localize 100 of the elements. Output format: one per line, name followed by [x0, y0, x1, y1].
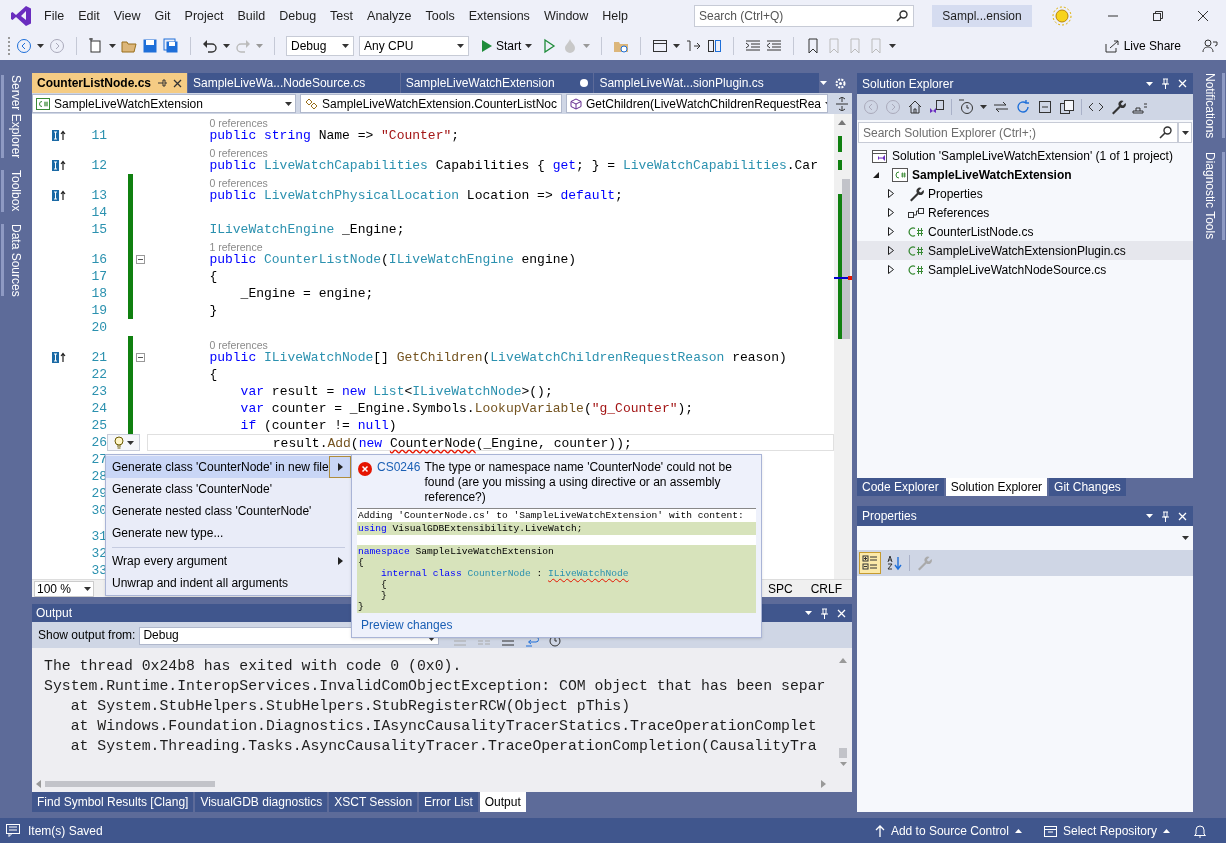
show-all-files-icon[interactable] [1059, 99, 1075, 115]
collapse-icon[interactable] [135, 353, 145, 362]
tree-item[interactable]: CounterListNode.cs [857, 222, 1193, 241]
panel-tab[interactable]: Error List [419, 792, 478, 812]
configuration-dropdown[interactable]: Debug [286, 36, 354, 56]
back-icon[interactable] [16, 38, 32, 54]
pin-icon[interactable] [157, 78, 167, 88]
collapsed-arrow-icon[interactable] [888, 208, 894, 217]
bell-icon[interactable] [1194, 823, 1206, 838]
clock-icon[interactable] [549, 635, 562, 647]
implements-icon[interactable] [52, 190, 66, 201]
scrollbar-thumb[interactable] [842, 179, 850, 339]
gear-icon[interactable] [835, 77, 846, 89]
menu-item[interactable]: Project [177, 3, 231, 29]
outdent-icon[interactable] [766, 38, 783, 54]
collapse-icon[interactable] [135, 255, 145, 264]
platform-dropdown[interactable]: Any CPU [359, 36, 469, 56]
expanded-arrow-icon[interactable] [872, 170, 880, 179]
start-button[interactable]: Start [478, 36, 537, 56]
panel-tab[interactable]: Output [479, 792, 526, 812]
feedback-icon[interactable] [1202, 38, 1218, 54]
menu-item[interactable]: Wrap every argument [106, 550, 351, 572]
menu-item[interactable]: Window [536, 3, 596, 29]
implements-icon[interactable] [52, 352, 66, 363]
scrollbar-thumb[interactable] [839, 748, 847, 758]
refresh-icon[interactable] [1015, 99, 1031, 115]
undo-icon[interactable] [202, 38, 218, 54]
menu-item[interactable]: Unwrap and indent all arguments [106, 572, 351, 594]
menu-item[interactable]: Generate nested class 'CounterNode' [106, 500, 351, 522]
side-tab[interactable]: Notifications [1199, 73, 1225, 139]
zoom-dropdown[interactable]: 100 % [34, 580, 94, 597]
indent-icon[interactable] [745, 38, 762, 54]
navigation-dropdown[interactable]: SampleLiveWatchExtension [32, 94, 296, 113]
switch-views-icon[interactable] [929, 99, 945, 115]
side-tab[interactable]: Data Sources [1, 223, 27, 297]
side-tab[interactable]: Server Explorer [1, 75, 27, 159]
whitespace-indicator[interactable]: SPC [767, 579, 793, 598]
step-icon[interactable] [685, 38, 702, 54]
menu-item[interactable]: Generate new type... [106, 522, 351, 544]
line-ending-indicator[interactable]: CRLF [810, 579, 842, 598]
tree-item[interactable]: SampleLiveWatchNodeSource.cs [857, 260, 1193, 279]
tree-item[interactable]: References [857, 203, 1193, 222]
menu-item[interactable]: Help [595, 3, 636, 29]
menu-item[interactable]: Build [230, 3, 273, 29]
panel-tab[interactable]: Find Symbol Results [Clang] [32, 792, 194, 812]
message-icon[interactable] [6, 824, 20, 837]
implements-icon[interactable] [52, 130, 66, 141]
code-lens[interactable]: 0 references [209, 339, 268, 351]
up-arrow-icon[interactable] [838, 120, 846, 125]
scrollbar-thumb[interactable] [45, 781, 215, 787]
submenu-arrow-icon[interactable] [337, 463, 343, 471]
side-tab[interactable]: Toolbox [1, 170, 27, 212]
editor-tab[interactable]: SampleLiveWat...sionPlugin.cs [594, 73, 819, 93]
submenu-arrow-icon[interactable] [337, 557, 343, 565]
menu-item[interactable]: Generate class 'CounterNode' in new file [106, 456, 351, 478]
live-share-button[interactable]: Live Share [1104, 37, 1181, 55]
tree-item[interactable]: Properties [857, 184, 1193, 203]
close-icon[interactable] [173, 78, 182, 88]
panel-tab[interactable]: Code Explorer [857, 478, 944, 496]
home-icon[interactable] [907, 99, 923, 115]
lightbulb-button[interactable] [107, 434, 140, 451]
solution-name-badge[interactable]: Sampl...ension [932, 5, 1032, 27]
search-field[interactable]: Search (Ctrl+Q) [694, 5, 914, 27]
alphabetical-icon[interactable] [887, 555, 903, 571]
tree-item[interactable]: Solution 'SampleLiveWatchExtension' (1 of 1 project) [857, 146, 1193, 165]
menu-item[interactable]: Tools [418, 3, 462, 29]
implements-icon[interactable] [52, 160, 66, 171]
save-icon[interactable] [142, 38, 158, 54]
wrench-icon[interactable] [1110, 99, 1126, 115]
error-code-link[interactable]: CS0246 [377, 460, 421, 505]
collapsed-arrow-icon[interactable] [888, 246, 894, 255]
navigation-dropdown[interactable]: GetChildren(LiveWatchChildrenRequestRea [566, 94, 828, 113]
pending-changes-icon[interactable] [958, 99, 974, 115]
word-wrap-icon[interactable] [525, 635, 540, 647]
code-lens[interactable]: 0 references [209, 117, 268, 129]
split-icon[interactable] [836, 96, 848, 111]
tree-item[interactable]: SampleLiveWatchExtension [857, 165, 1193, 184]
source-control-button[interactable]: Add to Source Control [874, 821, 1022, 840]
menu-item[interactable]: View [106, 3, 148, 29]
collapsed-arrow-icon[interactable] [888, 265, 894, 274]
panel-tab[interactable]: Git Changes [1049, 478, 1126, 496]
search-field[interactable]: Search Solution Explorer (Ctrl+;) [858, 122, 1178, 143]
panel-tab[interactable]: XSCT Session [329, 792, 418, 812]
editor-tab[interactable]: CounterListNode.cs [32, 73, 187, 93]
panel-tab[interactable]: VisualGDB diagnostics [195, 792, 328, 812]
menu-item[interactable]: File [37, 3, 72, 29]
open-folder-icon[interactable] [121, 38, 137, 54]
menu-item[interactable]: Test [323, 3, 361, 29]
save-all-icon[interactable] [163, 38, 179, 54]
menu-item[interactable]: Extensions [461, 3, 537, 29]
sync-icon[interactable] [993, 99, 1009, 115]
collapsed-arrow-icon[interactable] [888, 189, 894, 198]
collapse-all-icon[interactable] [1037, 99, 1053, 115]
code-lens[interactable]: 0 references [209, 177, 268, 189]
tree-item[interactable]: SampleLiveWatchExtensionPlugin.cs [857, 241, 1193, 260]
navigation-dropdown[interactable]: SampleLiveWatchExtension.CounterListNoc [300, 94, 562, 113]
code-lens[interactable]: 0 references [209, 147, 268, 159]
search-options-button[interactable] [1178, 122, 1192, 143]
collapsed-arrow-icon[interactable] [888, 227, 894, 236]
menu-item[interactable]: Generate class 'CounterNode' [106, 478, 351, 500]
